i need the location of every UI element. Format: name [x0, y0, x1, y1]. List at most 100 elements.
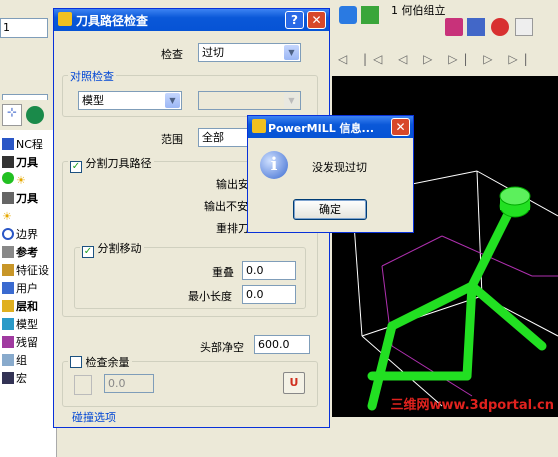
ok-button[interactable]: 确定 [293, 199, 367, 220]
reference-icon [2, 246, 14, 258]
tree-item-label: 刀具 [16, 192, 38, 205]
output-safe-label: 输出安 [216, 178, 249, 191]
toolbar-icon[interactable] [515, 18, 533, 36]
tree-item-label: 残留 [16, 336, 38, 349]
tree-item[interactable]: 组 [2, 352, 54, 368]
dialog-title: 刀具路径检查 [76, 14, 149, 28]
check-combo-value: 过切 [202, 46, 224, 59]
toolbar-icon[interactable] [361, 6, 379, 24]
sun-icon: ☀ [2, 210, 12, 223]
tree-item[interactable]: 残留 [2, 334, 54, 350]
head-clearance-label: 头部净空 [200, 341, 244, 354]
range-combo-value: 全部 [202, 131, 224, 144]
sun-icon: ☀ [16, 174, 26, 187]
stock-model-icon [2, 336, 14, 348]
output-unsafe-label: 输出不安 [204, 200, 248, 213]
head-clearance-input[interactable]: 600.0 [254, 335, 310, 354]
check-combo[interactable]: 过切 ▼ [198, 43, 301, 62]
min-length-input[interactable]: 0.0 [242, 285, 296, 304]
tree-item[interactable]: 宏 [2, 370, 54, 386]
tree-item-label: 宏 [16, 372, 27, 385]
toolbar-icon[interactable] [339, 6, 357, 24]
overlap-input[interactable]: 0.0 [242, 261, 296, 280]
stock-input[interactable]: 0.0 [104, 374, 154, 393]
layers-icon [2, 300, 14, 312]
split-toolpath-checkbox[interactable]: ✓ [70, 161, 82, 173]
close-button[interactable]: ✕ [391, 118, 410, 136]
range-label: 范围 [161, 133, 183, 146]
compare-group-title: 对照检查 [68, 68, 116, 84]
split-moves-checkbox[interactable]: ✓ [82, 246, 94, 258]
tree-item[interactable]: 特征设 [2, 262, 54, 278]
tool-icon [2, 192, 14, 204]
tree-item-label: 层和 [16, 300, 38, 313]
info-message: 没发现过切 [312, 161, 367, 174]
check-stock-checkbox[interactable] [70, 356, 82, 368]
tree-item[interactable]: 边界 [2, 226, 54, 242]
watermark-text: 三维网www.3dportal.cn [390, 398, 554, 413]
split-moves-label: 分割移动 [97, 242, 142, 255]
toolpath [367, 211, 547, 411]
info-dialog: PowerMILL 信息... ✕ i 没发现过切 确定 [247, 115, 414, 233]
app-icon [58, 12, 72, 26]
overlap-label: 重叠 [212, 266, 234, 279]
tree-item[interactable]: 模型 [2, 316, 54, 332]
tree-item[interactable]: 层和 [2, 298, 54, 314]
tree-item-label: NC程 [16, 138, 43, 151]
info-title: PowerMILL 信息... [268, 122, 375, 135]
tree-item-label: 组 [16, 354, 27, 367]
reorder-label: 重排刀 [216, 222, 249, 235]
check-stock-option[interactable]: 检查余量 [68, 354, 132, 370]
tree-item-label: 边界 [16, 228, 38, 241]
min-length-label: 最小长度 [188, 290, 232, 303]
toolpath-icon [2, 156, 14, 168]
boundary-icon [2, 228, 14, 240]
tree-item-label: 刀具 [16, 156, 38, 169]
tool-cylinder [499, 186, 531, 218]
feature-icon [2, 264, 14, 276]
tree-item[interactable]: 用户 [2, 280, 54, 296]
globe-icon[interactable] [26, 106, 44, 124]
chevron-down-icon: ▼ [284, 93, 299, 108]
tree-item[interactable]: 刀具 [2, 190, 54, 206]
close-button[interactable]: ✕ [307, 11, 326, 29]
group-icon [2, 354, 14, 366]
toolbar-icon[interactable] [467, 18, 485, 36]
toolbar-field[interactable]: 1 [0, 18, 48, 38]
check-stock-label: 检查余量 [85, 356, 130, 369]
toolbar-icons: 1 何伯组立 [335, 2, 555, 36]
playback-icons[interactable]: ◁ |◁ ◁ ▷ ▷| ▷ ▷| [338, 52, 538, 68]
help-button[interactable]: ? [285, 11, 304, 29]
magnet-icon[interactable]: U [283, 372, 305, 394]
collision-options-title: 碰撞选项 [72, 411, 116, 424]
check-label: 检查 [161, 48, 183, 61]
compare-secondary-combo[interactable]: ▼ [198, 91, 301, 110]
nc-program-icon [2, 138, 14, 150]
explorer-tabs: ⊹ [0, 100, 56, 131]
tree-item-label: 模型 [16, 318, 38, 331]
split-moves-option[interactable]: ✓ 分割移动 [80, 240, 144, 258]
info-icon: i [260, 151, 288, 179]
tree-item[interactable]: ☀ [2, 208, 54, 224]
chevron-down-icon[interactable]: ▼ [165, 93, 180, 108]
split-toolpath-option[interactable]: ✓ 分割刀具路径 [68, 155, 154, 173]
tree-item[interactable]: NC程 [2, 136, 54, 152]
explorer-tree: NC程 刀具 ☀ 刀具 ☀ 边界 参考 特征设 用户 层和 模型 残留 组 宏 [0, 130, 57, 457]
tree-tab-icon[interactable]: ⊹ [2, 104, 22, 126]
tree-item[interactable]: 参考 [2, 244, 54, 260]
app-icon [252, 119, 266, 133]
toolbar-label: 1 何伯组立 [391, 4, 446, 17]
toolbar-icon[interactable] [445, 18, 463, 36]
toolbar-icon[interactable] [491, 18, 509, 36]
model-icon [2, 318, 14, 330]
tree-item-label: 用户 [16, 282, 38, 295]
macro-icon [2, 372, 14, 384]
chevron-down-icon[interactable]: ▼ [284, 45, 299, 60]
dialog-titlebar[interactable]: 刀具路径检查 ? ✕ [54, 9, 329, 31]
tree-item[interactable]: 刀具 [2, 154, 54, 170]
stock-tool-icon [74, 375, 92, 395]
compare-combo-value: 模型 [82, 94, 104, 107]
tree-item[interactable]: ☀ [2, 172, 54, 188]
info-titlebar[interactable]: PowerMILL 信息... ✕ [248, 116, 413, 138]
compare-combo[interactable]: 模型 ▼ [78, 91, 182, 110]
